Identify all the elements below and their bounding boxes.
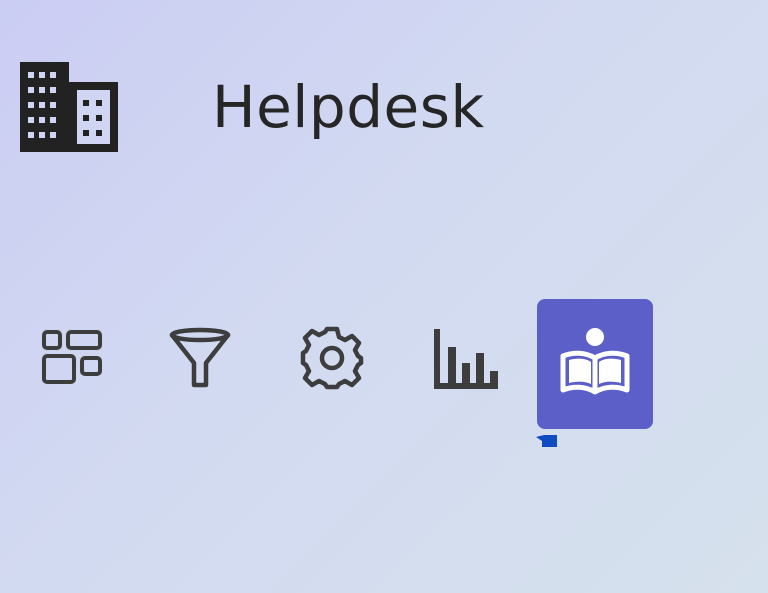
dashboard-button[interactable]: [32, 318, 112, 398]
bar-chart-icon: [434, 329, 498, 389]
filter-button[interactable]: [160, 318, 240, 398]
book-reader-icon: [560, 328, 630, 395]
gear-icon: [300, 326, 364, 390]
settings-button[interactable]: [292, 318, 372, 398]
dashboard-icon: [42, 330, 102, 384]
focus-indicator: [536, 435, 557, 447]
filter-icon: [169, 327, 231, 388]
icon-toolbar: [0, 0, 768, 593]
reports-button[interactable]: [424, 318, 504, 398]
knowledge-base-button[interactable]: [537, 299, 653, 429]
